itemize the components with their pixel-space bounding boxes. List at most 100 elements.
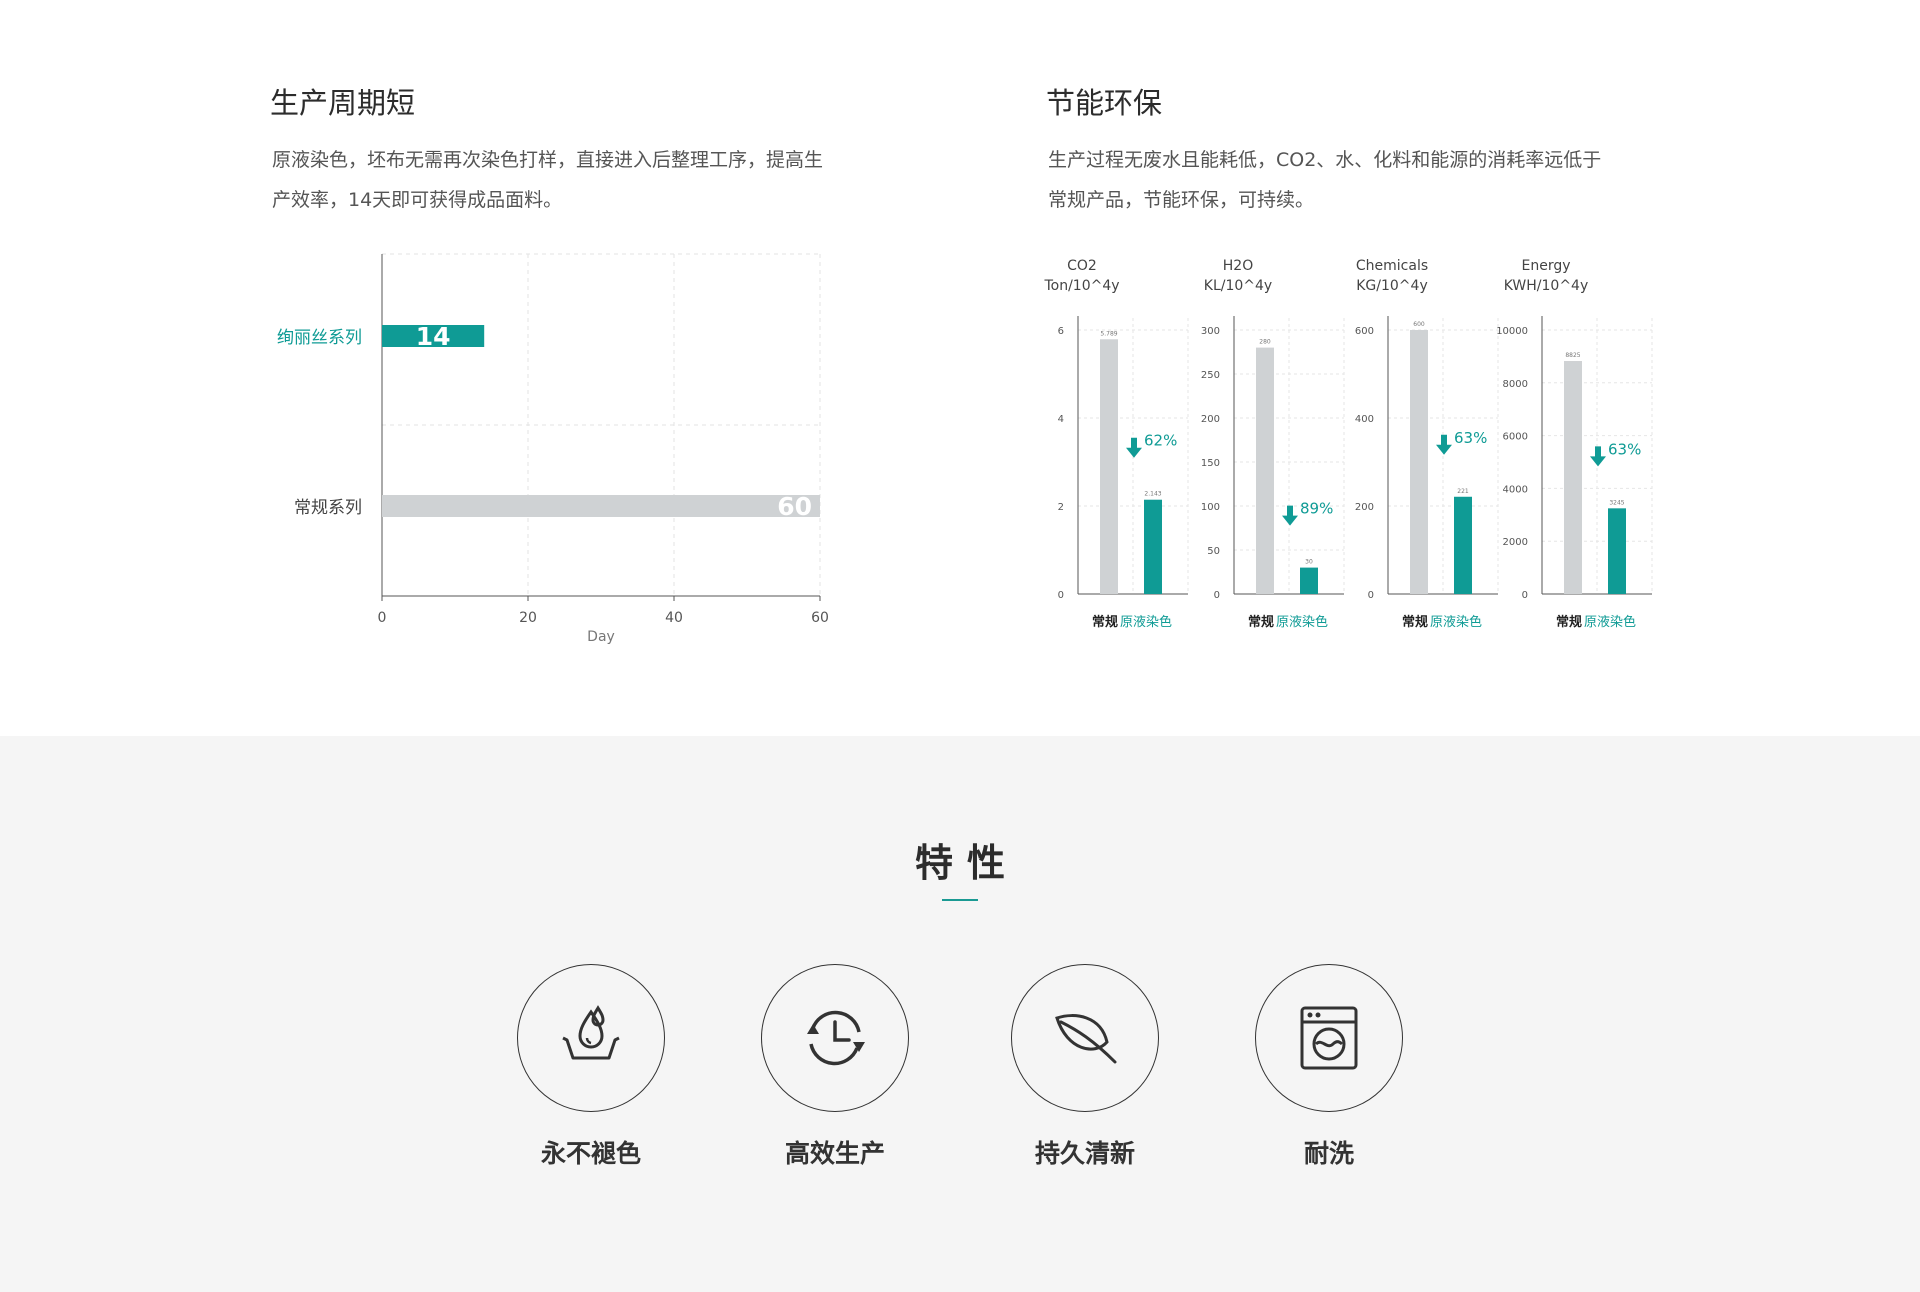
chart-unit: KL/10^4y [1204,278,1272,294]
bar-1 [1608,508,1626,594]
category-label: 常规 [1248,614,1274,630]
feature-circle [517,964,665,1112]
y-tick-label: 250 [1201,370,1220,381]
h2o-chart: H2O KL/10^4y 0 50 100 150 200 250 300 280 30 89% 常规原… [1201,258,1345,630]
down-arrow-icon [1126,437,1142,458]
bar-value-label: 2.143 [1144,491,1161,498]
bar-1 [1144,499,1162,594]
bar-0 [1100,339,1118,594]
feature-item-efficient: 高效生产 [760,964,910,1170]
bar-value-label: 221 [1457,488,1469,495]
y-tick-label: 8000 [1503,379,1528,390]
feature-circle [1011,964,1159,1112]
reduction-label: 63% [1454,429,1487,447]
y-tick-label: 6 [1058,326,1064,337]
bar-1 [1454,496,1472,594]
bar-value-label: 280 [1259,339,1271,346]
bar-value-label: 600 [1413,321,1425,328]
section-title-eco: 节能环保 [1046,86,1163,120]
category-label: 原液染色 [1430,614,1482,630]
bar-1 [1300,567,1318,594]
section-title-production: 生产周期短 [270,86,416,120]
y-tick-label: 400 [1355,414,1374,425]
reduction-label: 89% [1300,500,1333,518]
feature-item-colorfast: 永不褪色 [516,964,666,1170]
y-tick-label: 10000 [1496,326,1528,337]
reduction-label: 62% [1144,432,1177,450]
y-tick-label: 0 [1214,590,1220,601]
feature-label: 持久清新 [1034,1139,1135,1168]
production-cycle-chart: 14 绚丽丝系列 60 常规系列 0 20 40 60 Day [277,253,829,645]
y-tick-label: 4 [1058,414,1064,425]
bar-0 [1256,347,1274,594]
bar-value-label: 8825 [1565,352,1580,359]
feature-label: 高效生产 [784,1139,885,1168]
chart-title: CO2 [1067,258,1097,274]
features-title-underline [942,899,978,901]
y-tick-label: 200 [1355,502,1374,513]
feature-label: 耐洗 [1303,1139,1354,1168]
down-arrow-icon [1590,446,1606,467]
leaf-icon [1055,1014,1117,1064]
x-tick-label: 60 [811,610,829,626]
chart-unit: KWH/10^4y [1504,278,1589,294]
y-tick-label: 0 [1522,590,1528,601]
y-tick-label: 0 [1368,590,1374,601]
category-label: 常规 [1556,614,1582,630]
energy-chart: Energy KWH/10^4y 0 2000 4000 6000 8000 10000 882… [1496,258,1653,630]
feature-circle [761,964,909,1112]
features-section: 特性 永不褪色 高效生产 持久清新 耐洗 [0,736,1920,1292]
chemicals-chart: Chemicals KG/10^4y 0 200 400 600 600 221 63% 常规 原液… [1355,258,1499,630]
bar-1 [382,495,820,517]
chart-unit: KG/10^4y [1356,278,1427,294]
y-tick-label: 100 [1201,502,1220,513]
reduction-label: 63% [1608,440,1641,458]
feature-item-washable: 耐洗 [1254,964,1404,1170]
chart-title: H2O [1223,258,1253,274]
feature-label: 永不褪色 [540,1139,641,1168]
y-tick-label: 4000 [1503,484,1528,495]
feature-circle [1255,964,1403,1112]
bar-value-label: 5.789 [1100,330,1117,337]
features-title: 特性 [914,841,1019,885]
category-label: 原液染色 [1120,614,1172,630]
bar-0 [1564,361,1582,594]
y-tick-label: 300 [1201,326,1220,337]
x-tick-label: 40 [665,610,683,626]
water-drop-basin-icon [562,1005,620,1060]
category-label: 常规 [1402,614,1428,630]
down-arrow-icon [1436,434,1452,455]
section-desc-eco-line2: 常规产品，节能环保，可持续。 [1048,189,1315,211]
co2-chart: CO2 Ton/10^4y 0 2 4 6 5.789 2.143 62% 常规 原液染色 [1043,258,1189,630]
x-tick-label: 20 [519,610,537,626]
clock-refresh-icon [807,1010,865,1066]
category-label: 绚丽丝系列 [277,328,362,348]
bar-value-label: 3245 [1609,499,1624,506]
x-axis-label: Day [587,629,615,645]
bar-0 [1410,330,1428,594]
x-tick-label: 0 [378,610,387,626]
bar-value-label: 14 [416,322,451,351]
chart-unit: Ton/10^4y [1043,278,1119,294]
y-tick-label: 600 [1355,326,1374,337]
category-label: 原液染色 [1276,614,1328,630]
y-tick-label: 6000 [1503,432,1528,443]
bar-value-label: 60 [777,492,812,521]
chart-title: Energy [1521,258,1570,274]
y-tick-label: 150 [1201,458,1220,469]
washing-machine-icon [1300,1006,1358,1070]
chart-title: Chemicals [1356,258,1428,274]
section-desc-eco-line1: 生产过程无废水且能耗低，CO2、水、化料和能源的消耗率远低于 [1048,149,1602,171]
y-tick-label: 2 [1058,502,1064,513]
y-tick-label: 2000 [1503,537,1528,548]
y-tick-label: 0 [1058,590,1064,601]
category-label: 原液染色 [1584,614,1636,630]
section-desc-production-line2: 产效率，14天即可获得成品面料。 [272,189,563,211]
feature-item-fresh: 持久清新 [1010,964,1160,1170]
y-tick-label: 200 [1201,414,1220,425]
y-tick-label: 50 [1207,546,1220,557]
section-desc-production-line1: 原液染色，坯布无需再次染色打样，直接进入后整理工序，提高生 [272,149,824,171]
down-arrow-icon [1282,505,1298,526]
category-label: 常规 [1092,614,1118,630]
bar-value-label: 30 [1305,559,1313,566]
